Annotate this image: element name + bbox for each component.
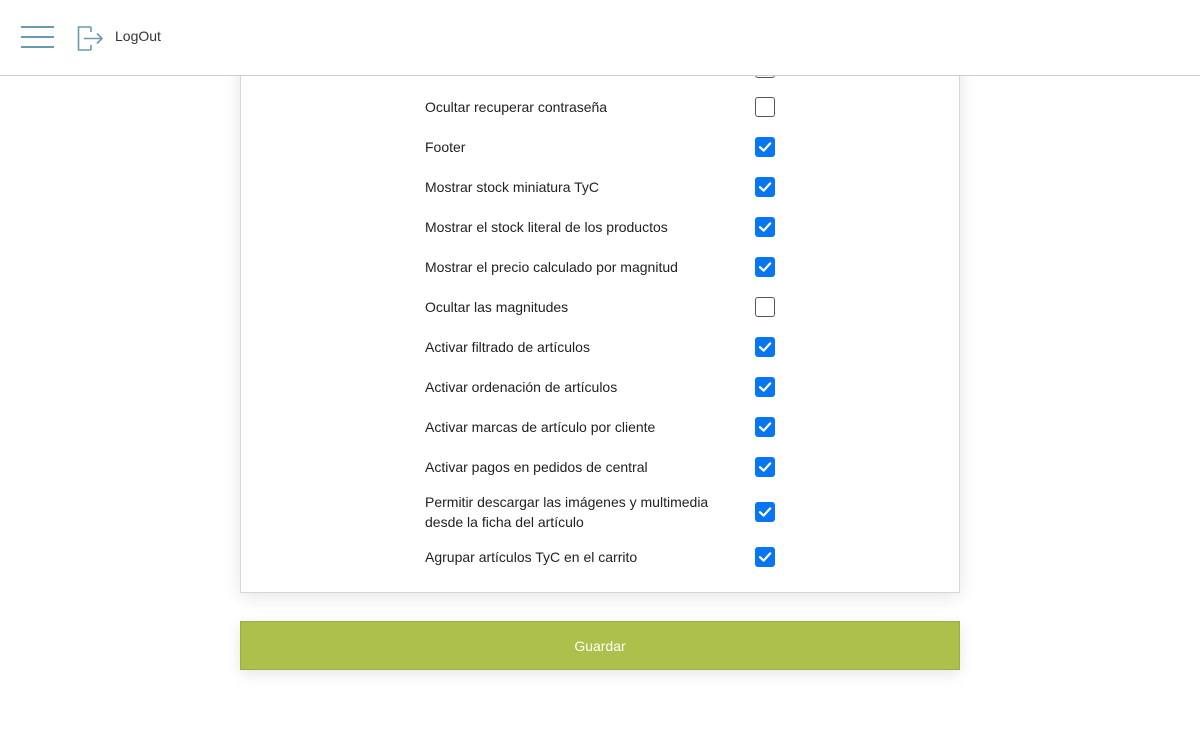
checkmark-icon	[758, 262, 772, 272]
checkmark-icon	[758, 507, 772, 517]
checkmark-icon	[758, 222, 772, 232]
settings-options-list: Ocultar recuperar contraseña Footer Mostra…	[425, 87, 805, 577]
setting-label: Activar filtrado de artículos	[425, 339, 590, 355]
setting-label: Permitir descargar las imágenes y multim…	[425, 494, 709, 530]
setting-label: Mostrar el stock literal de los producto…	[425, 219, 668, 235]
setting-checkbox[interactable]	[755, 97, 775, 117]
checkmark-icon	[758, 142, 772, 152]
setting-row: Ocultar las magnitudes	[425, 287, 805, 327]
setting-row: Footer	[425, 127, 805, 167]
setting-checkbox[interactable]	[755, 547, 775, 567]
setting-checkbox[interactable]	[755, 257, 775, 277]
checkmark-icon	[758, 552, 772, 562]
top-bar: LogOut	[0, 0, 1200, 76]
setting-row: Agrupar artículos TyC en el carrito	[425, 537, 805, 577]
setting-label: Activar marcas de artículo por cliente	[425, 419, 656, 435]
setting-checkbox[interactable]	[755, 502, 775, 522]
checkmark-icon	[758, 462, 772, 472]
checkmark-icon	[758, 422, 772, 432]
setting-checkbox[interactable]	[755, 337, 775, 357]
logout-label: LogOut	[115, 28, 161, 44]
logout-button[interactable]: LogOut	[76, 24, 161, 52]
setting-checkbox[interactable]	[755, 457, 775, 477]
setting-label: Footer	[425, 139, 466, 155]
logout-icon	[77, 26, 104, 51]
setting-row: Mostrar el stock literal de los producto…	[425, 207, 805, 247]
setting-checkbox[interactable]	[755, 377, 775, 397]
setting-label: Activar pagos en pedidos de central	[425, 459, 648, 475]
setting-checkbox[interactable]	[755, 177, 775, 197]
checkmark-icon	[758, 342, 772, 352]
setting-label: Ocultar las magnitudes	[425, 299, 569, 315]
checkmark-icon	[758, 182, 772, 192]
save-button[interactable]: Guardar	[240, 621, 960, 670]
setting-row: Activar marcas de artículo por cliente	[425, 407, 805, 447]
setting-row: Permitir descargar las imágenes y multim…	[425, 487, 805, 537]
setting-row: Mostrar stock miniatura TyC	[425, 167, 805, 207]
setting-row: Activar pagos en pedidos de central	[425, 447, 805, 487]
setting-checkbox[interactable]	[755, 297, 775, 317]
setting-label: Ocultar recuperar contraseña	[425, 99, 608, 115]
setting-label: Agrupar artículos TyC en el carrito	[425, 549, 638, 565]
settings-panel: Ocultar recuperar contraseña Footer Mostra…	[240, 40, 960, 593]
setting-row: Activar filtrado de artículos	[425, 327, 805, 367]
setting-label: Mostrar stock miniatura TyC	[425, 179, 600, 195]
setting-label: Activar ordenación de artículos	[425, 379, 618, 395]
setting-label: Mostrar el precio calculado por magnitud	[425, 259, 678, 275]
setting-row: Ocultar recuperar contraseña	[425, 87, 805, 127]
checkmark-icon	[758, 382, 772, 392]
setting-checkbox[interactable]	[755, 137, 775, 157]
setting-row: Mostrar el precio calculado por magnitud	[425, 247, 805, 287]
setting-checkbox[interactable]	[755, 217, 775, 237]
hamburger-menu-icon[interactable]	[21, 26, 54, 48]
setting-row: Activar ordenación de artículos	[425, 367, 805, 407]
setting-checkbox[interactable]	[755, 417, 775, 437]
